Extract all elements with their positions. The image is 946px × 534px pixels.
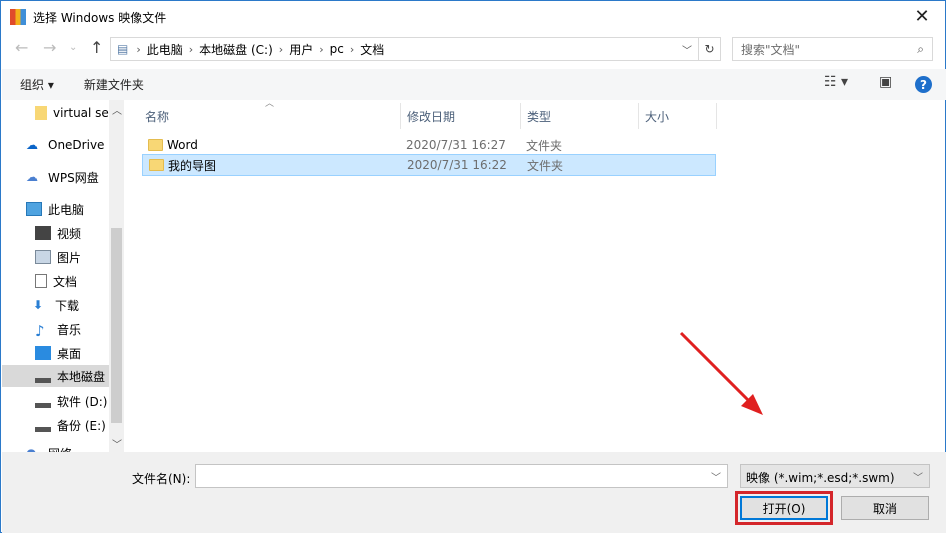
picture-icon xyxy=(35,250,51,264)
file-list: ︿ 名称 修改日期 类型 大小 Word 2020/7/31 16:27 文件夹… xyxy=(125,99,946,452)
breadcrumb-item[interactable]: pc xyxy=(330,42,344,56)
sidebar-item-music[interactable]: ♪ 音乐 xyxy=(2,318,110,340)
sidebar-item-label: virtual se xyxy=(53,106,109,120)
sidebar-item-label: WPS网盘 xyxy=(48,170,99,185)
column-header-type[interactable]: 类型 xyxy=(521,103,639,129)
cloud-icon: ☁ xyxy=(26,138,38,152)
sidebar-item-label: 软件 (D:) xyxy=(57,394,108,409)
new-folder-button[interactable]: 新建文件夹 xyxy=(84,76,144,93)
breadcrumb-item[interactable]: 此电脑 xyxy=(147,41,183,58)
organize-button[interactable]: 组织 ▾ xyxy=(20,76,54,93)
drive-icon xyxy=(35,369,51,383)
preview-pane-icon[interactable]: ▣ xyxy=(879,74,892,90)
column-header-date[interactable]: 修改日期 xyxy=(401,103,521,129)
toolbar: 组织 ▾ 新建文件夹 ☷ ▾ ▣ ? xyxy=(2,69,946,100)
breadcrumb-item[interactable]: 用户 xyxy=(289,41,313,58)
sidebar-item-label: 文档 xyxy=(53,274,78,289)
navigation-bar: ← → ⌄ ↑ ▤ › 此电脑 › 本地磁盘 (C:) › 用户 › pc › 文档 ﹀ … xyxy=(1,36,945,62)
sidebar-item-label: 图片 xyxy=(57,250,82,265)
chevron-down-icon[interactable]: ﹀ xyxy=(711,469,721,484)
sidebar-item-label: 视频 xyxy=(57,226,82,241)
sidebar-item-label: 网络 xyxy=(48,445,72,453)
up-icon[interactable]: ↑ xyxy=(90,38,103,57)
file-date: 2020/7/31 16:22 xyxy=(407,158,507,172)
sidebar-item-drive-e[interactable]: 备份 (E:) xyxy=(2,414,110,436)
document-icon: ▤ xyxy=(117,42,129,56)
file-type: 文件夹 xyxy=(526,138,563,153)
folder-icon xyxy=(148,139,163,151)
sidebar-item-network[interactable]: ●网络 xyxy=(2,442,110,452)
title-bar: 选择 Windows 映像文件 ✕ xyxy=(1,1,945,33)
chevron-down-icon[interactable]: ﹀ xyxy=(682,42,692,57)
file-name: 我的导图 xyxy=(168,158,217,173)
sidebar-item-label: 本地磁盘 xyxy=(57,369,106,384)
sidebar-item-drive-d[interactable]: 软件 (D:) xyxy=(2,390,110,412)
sidebar-item-downloads[interactable]: ⬇ 下载 xyxy=(2,294,110,316)
sidebar-item-videos[interactable]: 视频 xyxy=(2,222,110,244)
file-type-value: 映像 (*.wim;*.esd;*.swm) xyxy=(746,471,895,485)
sidebar-item-onedrive[interactable]: ☁ OneDrive xyxy=(2,134,110,156)
scrollbar-thumb[interactable] xyxy=(111,228,122,423)
app-icon xyxy=(10,9,26,25)
drive-icon xyxy=(35,418,51,432)
back-icon[interactable]: ← xyxy=(15,38,28,57)
refresh-button[interactable]: ↻ xyxy=(699,37,721,61)
view-options-icon[interactable]: ☷ ▾ xyxy=(824,74,848,90)
scroll-down-icon[interactable]: ﹀ xyxy=(112,436,122,451)
sidebar-scrollbar[interactable]: ︿ ﹀ xyxy=(109,100,124,452)
navigation-pane: virtual se ☁ OneDrive ☁ WPS网盘 此电脑 视频 图片 文档… xyxy=(2,100,124,452)
column-header-size[interactable]: 大小 xyxy=(639,103,717,129)
window-title: 选择 Windows 映像文件 xyxy=(33,10,167,25)
music-icon: ♪ xyxy=(35,322,45,340)
drive-icon xyxy=(35,394,51,408)
folder-icon xyxy=(35,106,47,120)
breadcrumb-item[interactable]: 文档 xyxy=(360,41,384,58)
file-name: Word xyxy=(167,138,198,152)
sidebar-item-desktop[interactable]: 桌面 xyxy=(2,342,110,364)
download-icon: ⬇ xyxy=(33,298,44,312)
address-bar[interactable]: ▤ › 此电脑 › 本地磁盘 (C:) › 用户 › pc › 文档 ﹀ xyxy=(110,37,699,61)
help-icon[interactable]: ? xyxy=(915,76,932,93)
search-input[interactable]: 搜索"文档" ⌕ xyxy=(732,37,933,61)
sidebar-item-label: 备份 (E:) xyxy=(57,418,106,433)
column-header-name[interactable]: 名称 xyxy=(139,103,401,129)
file-type: 文件夹 xyxy=(527,158,564,173)
dialog-footer: 文件名(N): ﹀ 映像 (*.wim;*.esd;*.swm) ﹀ 打开(O) … xyxy=(2,452,946,533)
forward-icon[interactable]: → xyxy=(43,38,56,57)
close-button[interactable]: ✕ xyxy=(899,1,945,31)
sidebar-item-local-disk[interactable]: 本地磁盘 xyxy=(2,365,110,387)
breadcrumb-item[interactable]: 本地磁盘 (C:) xyxy=(199,41,273,58)
filename-label: 文件名(N): xyxy=(132,472,191,486)
search-placeholder: 搜索"文档" xyxy=(741,42,801,57)
open-button[interactable]: 打开(O) xyxy=(735,491,833,525)
table-row[interactable]: 我的导图 2020/7/31 16:22 文件夹 xyxy=(142,154,716,176)
sidebar-item-label: 音乐 xyxy=(57,322,82,337)
file-type-select[interactable]: 映像 (*.wim;*.esd;*.swm) ﹀ xyxy=(740,464,930,488)
desktop-icon xyxy=(35,346,51,360)
folder-icon xyxy=(149,159,164,171)
file-open-dialog: 选择 Windows 映像文件 ✕ ← → ⌄ ↑ ▤ › 此电脑 › 本地磁盘 (… xyxy=(0,0,946,533)
search-icon: ⌕ xyxy=(917,41,924,56)
sidebar-item-pictures[interactable]: 图片 xyxy=(2,246,110,268)
sidebar-item-documents[interactable]: 文档 xyxy=(2,270,110,292)
table-row[interactable]: Word 2020/7/31 16:27 文件夹 xyxy=(142,134,716,156)
sidebar-item-wps[interactable]: ☁ WPS网盘 xyxy=(2,166,110,188)
sidebar-item-label: 下载 xyxy=(55,298,80,313)
sidebar-item-label: 桌面 xyxy=(57,346,82,361)
document-icon xyxy=(35,274,47,288)
cancel-button[interactable]: 取消 xyxy=(841,496,929,520)
computer-icon xyxy=(26,202,42,216)
video-icon xyxy=(35,226,51,240)
cloud-outline-icon: ☁ xyxy=(26,170,38,184)
file-date: 2020/7/31 16:27 xyxy=(406,138,506,152)
sidebar-item-virtual[interactable]: virtual se xyxy=(2,102,110,124)
filename-input[interactable]: ﹀ xyxy=(195,464,728,488)
sidebar-item-label: OneDrive xyxy=(48,138,105,152)
recent-dropdown-icon[interactable]: ⌄ xyxy=(69,42,77,53)
scroll-up-icon[interactable]: ︿ xyxy=(112,102,122,117)
sidebar-item-label: 此电脑 xyxy=(48,202,85,217)
sidebar-item-this-pc[interactable]: 此电脑 xyxy=(2,198,110,220)
chevron-down-icon: ﹀ xyxy=(913,473,923,484)
